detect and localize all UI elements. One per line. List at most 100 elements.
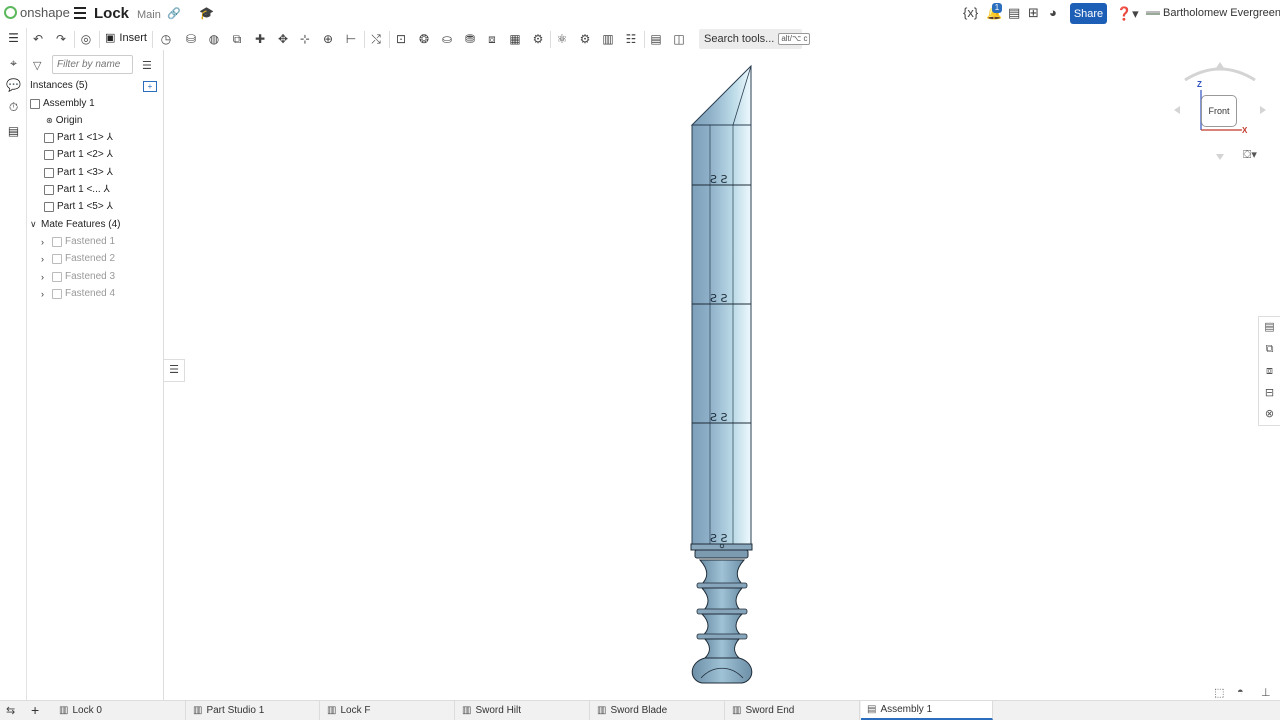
svg-text:Ƨ Ƨ: Ƨ Ƨ <box>710 173 727 186</box>
configurations-icon[interactable]: ⧉ <box>1263 343 1276 356</box>
apps-icon[interactable]: ⊞ <box>1028 5 1039 21</box>
measure-icon[interactable]: ▥ <box>601 32 615 46</box>
mate-label: Fastened 1 <box>65 236 116 247</box>
document-icon[interactable]: ▤ <box>1008 5 1020 21</box>
render-mode-icon[interactable]: ◓ <box>1237 686 1244 698</box>
rack-pinion-icon[interactable]: ⧈ <box>485 32 499 46</box>
pin-slot-mate-icon[interactable]: ⊹ <box>298 32 312 46</box>
replicate-icon[interactable]: ❂ <box>417 32 431 46</box>
search-tools-button[interactable]: Search tools... alt/⌥ c <box>699 29 811 49</box>
view-cube-face[interactable]: Front <box>1201 95 1237 127</box>
comments-icon[interactable]: 💬 <box>6 78 21 93</box>
chevron-right-icon[interactable]: › <box>41 254 49 264</box>
mate-relation-icon[interactable]: ⛀ <box>440 32 454 46</box>
graduation-cap-icon[interactable]: 🎓 <box>199 6 214 20</box>
cylindrical-mate-icon[interactable]: ✥ <box>276 32 290 46</box>
brand-name: onshape <box>20 5 70 20</box>
tab-part-studio-1[interactable]: ▥ Part Studio 1 <box>187 701 320 720</box>
origin-row[interactable]: ⊛ Origin <box>46 115 82 126</box>
section-view-icon[interactable]: ⚙ <box>578 32 592 46</box>
insert-button[interactable]: ▣ Insert <box>105 31 147 45</box>
revolute-mate-icon[interactable]: ◍ <box>207 32 221 46</box>
user-menu[interactable]: Bartholomew Evergreen <box>1146 7 1280 19</box>
undo-icon[interactable]: ↶ <box>31 32 45 46</box>
tab-lock-0[interactable]: ▥ Lock 0 <box>53 701 186 720</box>
variable-studio-icon[interactable]: {x} <box>963 5 978 20</box>
filter-icon[interactable]: ▽ <box>33 59 41 72</box>
redo-icon[interactable]: ↷ <box>54 32 68 46</box>
mate-connector-rail-icon[interactable]: ⌖ <box>6 56 21 71</box>
document-title[interactable]: Lock <box>94 5 129 22</box>
parallel-mate-icon[interactable]: ⊢ <box>344 32 358 46</box>
list-item[interactable]: Part 1 <1> ⅄ <box>44 132 113 143</box>
top-header: onshape Lock Main 🔗 🎓 {x} 🔔 1 ▤ ⊞ ◕ Shar… <box>0 0 1280 28</box>
onshape-logo[interactable]: onshape <box>4 5 70 20</box>
list-item[interactable]: Part 1 <2> ⅄ <box>44 149 113 160</box>
planar-mate-icon[interactable]: ✚ <box>253 32 267 46</box>
list-item[interactable]: › Fastened 4 <box>41 288 115 299</box>
slider-mate-icon[interactable]: ⧉ <box>230 32 244 46</box>
menu-icon[interactable] <box>74 7 86 19</box>
handle-segment <box>703 638 741 659</box>
explode-icon[interactable]: ⚛ <box>555 32 569 46</box>
add-instance-icon[interactable]: + <box>143 81 157 92</box>
tab-sword-end[interactable]: ▥ Sword End <box>726 701 860 720</box>
add-tab-icon[interactable]: + <box>31 702 39 718</box>
tab-assembly-1[interactable]: ▤ Assembly 1 <box>861 701 993 720</box>
group-icon[interactable]: ⊡ <box>394 32 408 46</box>
help-icon[interactable]: ❓▾ <box>1116 6 1139 22</box>
history-icon[interactable]: ⏱ <box>6 100 21 115</box>
list-item[interactable]: › Fastened 2 <box>41 253 115 264</box>
list-item[interactable]: Part 1 <3> ⅄ <box>44 167 113 178</box>
view-options-icon[interactable]: ⛋▾ <box>1243 148 1257 162</box>
display-states-icon[interactable]: ▤ <box>649 32 663 46</box>
list-item[interactable]: Part 1 <5> ⅄ <box>44 201 113 212</box>
gear-relation-icon[interactable]: ⛃ <box>463 32 477 46</box>
part-studio-icon: ▥ <box>732 705 742 716</box>
chevron-right-icon[interactable]: › <box>41 272 49 282</box>
insert-icon: ▣ <box>105 32 116 44</box>
part-icon <box>44 184 54 195</box>
part-label: Part 1 <1> <box>57 132 104 143</box>
render-icon[interactable]: ◎ <box>79 32 93 46</box>
named-views-small-icon[interactable]: ⬚ <box>1214 686 1224 699</box>
assembly-row[interactable]: Assembly 1 <box>30 98 95 109</box>
variables-icon[interactable]: ⊗ <box>1263 408 1276 421</box>
chevron-down-icon[interactable]: ∨ <box>30 219 38 230</box>
mate-connector-icon[interactable]: ◷ <box>159 32 173 46</box>
tab-sword-blade[interactable]: ▥ Sword Blade <box>591 701 725 720</box>
list-item[interactable]: › Fastened 1 <box>41 236 115 247</box>
branch-name[interactable]: Main <box>137 9 161 21</box>
named-views-icon[interactable]: ◫ <box>672 32 686 46</box>
section-small-icon[interactable]: ⊥ <box>1261 686 1271 699</box>
feature-list-icon[interactable]: ☰ <box>6 31 21 46</box>
graphics-viewport[interactable]: Ƨ Ƨ Ƨ Ƨ Ƨ Ƨ Ƨ Ƨ <box>165 50 1255 700</box>
tangent-mate-icon[interactable]: ⤭ <box>369 32 383 46</box>
filter-input[interactable] <box>52 55 133 74</box>
tab-sword-hilt[interactable]: ▥ Sword Hilt <box>456 701 590 720</box>
chevron-right-icon[interactable]: › <box>41 237 49 247</box>
instance-tree-icon[interactable]: ⧈ <box>1263 365 1276 378</box>
share-button[interactable]: Share <box>1070 3 1107 24</box>
sword-model[interactable]: Ƨ Ƨ Ƨ Ƨ Ƨ Ƨ Ƨ Ƨ <box>165 50 1255 700</box>
appearance-icon[interactable]: ▤ <box>1263 321 1276 334</box>
toolbar-divider <box>389 31 390 48</box>
chevron-right-icon[interactable]: › <box>41 289 49 299</box>
list-view-icon[interactable]: ☰ <box>142 59 152 72</box>
onshape-logo-icon <box>4 6 17 19</box>
ball-mate-icon[interactable]: ⊕ <box>321 32 335 46</box>
bom-icon[interactable]: ▤ <box>6 124 21 139</box>
list-item[interactable]: › Fastened 3 <box>41 271 115 282</box>
part-icon <box>44 201 54 212</box>
tab-lock-f[interactable]: ▥ Lock F <box>321 701 455 720</box>
bom-table-icon[interactable]: ⊟ <box>1263 387 1276 400</box>
link-icon[interactable]: 🔗 <box>167 7 181 20</box>
mate-features-row[interactable]: ∨ Mate Features (4) <box>30 219 120 230</box>
learning-icon[interactable]: ◕ <box>1049 5 1057 20</box>
mass-properties-icon[interactable]: ☷ <box>624 32 638 46</box>
list-item[interactable]: Part 1 <... ⅄ <box>44 184 110 195</box>
fastened-mate-icon[interactable]: ⛁ <box>184 32 198 46</box>
screw-relation-icon[interactable]: ▦ <box>508 32 522 46</box>
tab-manager-icon[interactable]: ⇆ <box>6 704 15 717</box>
linear-relation-icon[interactable]: ⚙ <box>531 32 545 46</box>
